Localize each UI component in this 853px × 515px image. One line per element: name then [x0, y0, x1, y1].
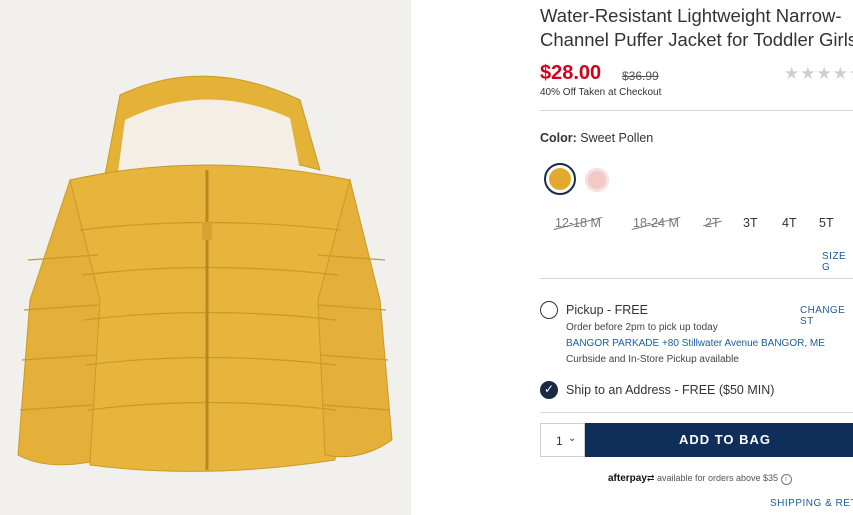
shipping-returns-link[interactable]: SHIPPING & RETU	[770, 498, 853, 509]
size-18-24m[interactable]: 18-24 M	[633, 216, 679, 230]
promo-text: 40% Off Taken at Checkout	[540, 87, 662, 98]
swatch-pink[interactable]	[585, 168, 609, 192]
pickup-label: Pickup - FREE	[566, 303, 648, 317]
pickup-radio[interactable]	[540, 301, 558, 319]
chevron-down-icon: ⌄	[568, 433, 577, 444]
change-store-link[interactable]: CHANGE ST	[800, 305, 853, 327]
original-price: $36.99	[622, 69, 659, 83]
product-info-panel: Water-Resistant Lightweight Narrow- Chan…	[540, 0, 853, 515]
size-2t[interactable]: 2T	[705, 216, 720, 230]
product-title-line-2: Channel Puffer Jacket for Toddler Girls	[540, 29, 853, 50]
info-icon[interactable]: i	[780, 474, 792, 485]
afterpay-text: available for orders above $35	[656, 473, 779, 483]
rating-stars-icon[interactable]: ★★★★★	[784, 64, 853, 84]
ship-radio-checked[interactable]	[540, 381, 558, 399]
pickup-note: Curbside and In-Store Pickup available	[566, 354, 739, 365]
product-image[interactable]	[0, 0, 411, 515]
add-to-bag-button[interactable]: ADD TO BAG	[585, 423, 853, 457]
sale-price: $28.00	[540, 62, 602, 84]
divider	[540, 278, 853, 279]
color-value: Sweet Pollen	[580, 131, 654, 145]
quantity-select[interactable]: 1 ⌄	[540, 423, 585, 457]
size-5t[interactable]: 5T	[819, 216, 834, 230]
size-12-18m[interactable]: 12-18 M	[555, 216, 601, 230]
afterpay-logo: afterpay	[608, 473, 647, 484]
afterpay-arrow-icon: ⇄	[646, 473, 655, 483]
afterpay-note: afterpay⇄ available for orders above $35…	[608, 473, 792, 485]
ship-label: Ship to an Address - FREE ($50 MIN)	[566, 383, 775, 397]
color-label: Color:	[540, 131, 577, 145]
size-4t[interactable]: 4T	[782, 216, 797, 230]
product-title-line-1: Water-Resistant Lightweight Narrow-	[540, 5, 842, 26]
size-3t[interactable]: 3T	[743, 216, 758, 230]
swatch-sweet-pollen[interactable]	[544, 163, 576, 195]
pickup-order-before: Order before 2pm to pick up today	[566, 322, 718, 333]
yellow-jacket-illustration	[17, 75, 393, 472]
size-guide-link[interactable]: SIZE G	[822, 251, 853, 273]
quantity-value: 1	[556, 434, 563, 448]
divider	[540, 110, 853, 111]
product-title: Water-Resistant Lightweight Narrow- Chan…	[540, 4, 853, 52]
pickup-store-link[interactable]: BANGOR PARKADE +80 Stillwater Avenue BAN…	[566, 338, 825, 349]
swatch-sweet-pollen-fill	[549, 168, 571, 190]
size-selector: 12-18 M 18-24 M 2T 3T 4T 5T	[540, 216, 853, 238]
divider	[540, 412, 853, 413]
color-label-row: Color: Sweet Pollen	[540, 131, 653, 145]
